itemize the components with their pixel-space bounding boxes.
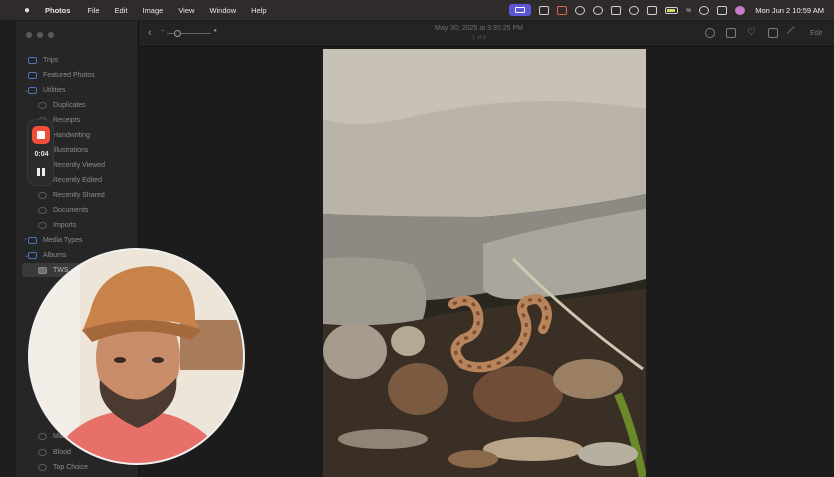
featured-photos-icon [28, 71, 37, 79]
sidebar-item-album-blood[interactable]: Blood [38, 445, 71, 459]
photo-date: May 30, 2025 at 3:35:25 PM [435, 25, 523, 32]
battery-icon[interactable] [665, 6, 679, 14]
stop-recording-button[interactable] [32, 126, 50, 144]
vpn-icon[interactable] [575, 5, 586, 15]
menu-edit[interactable]: Edit [115, 6, 128, 15]
toolbar-actions: ♡ Edit [704, 25, 822, 41]
menu-window[interactable]: Window [209, 6, 236, 15]
window-controls [26, 32, 54, 38]
menu-image[interactable]: Image [142, 6, 163, 15]
chevron-right-icon[interactable]: › [24, 237, 26, 243]
pause-icon[interactable] [36, 167, 46, 177]
siri-icon[interactable] [735, 5, 746, 15]
imports-icon [38, 221, 47, 229]
status-area: ≈ Mon Jun 2 10:59 AM [509, 0, 824, 20]
menu-view[interactable]: View [178, 6, 194, 15]
toolbar: ‹ – ● May 30, 2025 at 3:35:25 PM 1 of 8 … [139, 21, 834, 47]
rotate-icon[interactable] [767, 28, 778, 38]
sidebar-item-featured-photos[interactable]: Featured Photos [28, 68, 95, 82]
zoom-slider-knob[interactable] [174, 30, 181, 37]
duplicates-icon [38, 101, 47, 109]
extension-icon[interactable] [557, 5, 568, 15]
utilities-icon [28, 86, 37, 94]
chat-icon[interactable] [629, 5, 640, 15]
sidebar-item-utilities[interactable]: ⌄ Utilities [24, 83, 66, 97]
presenter-video [30, 250, 243, 463]
zoom-out-icon: – [161, 28, 165, 34]
sidebar-item-duplicates[interactable]: Duplicates [38, 98, 86, 112]
photo-count: 1 of 8 [472, 35, 486, 41]
menu-bar: ● Photos File Edit Image View Window Hel… [0, 0, 834, 20]
magic-wand-icon[interactable] [786, 25, 802, 41]
albums-icon [28, 251, 37, 259]
sidebar-item-documents[interactable]: Documents [38, 203, 88, 217]
minimize-window-button[interactable] [37, 32, 43, 38]
edit-button[interactable]: Edit [810, 30, 822, 37]
close-window-button[interactable] [26, 32, 32, 38]
sidebar-item-imports[interactable]: Imports [38, 218, 76, 232]
screen-recorder-controls: 0:04 [27, 119, 54, 186]
recently-shared-icon [38, 191, 47, 199]
sidebar-item-albums[interactable]: ⌄ Albums [24, 248, 66, 262]
album-thumbnail-icon [38, 463, 47, 471]
screen-record-icon[interactable] [509, 4, 532, 16]
scissors-icon[interactable] [647, 5, 658, 15]
chevron-down-icon[interactable]: ⌄ [24, 252, 29, 259]
control-center-icon[interactable] [717, 5, 728, 15]
zoom-window-button[interactable] [48, 32, 54, 38]
sidebar-item-album-top-choice[interactable]: Top Choice [38, 460, 88, 474]
share-icon[interactable] [725, 28, 736, 38]
back-chevron-icon[interactable]: ‹ [148, 27, 152, 39]
sidebar-item-trips[interactable]: Trips [28, 53, 58, 67]
wifi-icon[interactable]: ≈ [686, 5, 691, 15]
recording-timer: 0:04 [34, 151, 49, 158]
apple-menu-icon[interactable]: ● [24, 5, 36, 16]
album-thumbnail-icon [38, 448, 47, 456]
heart-icon[interactable]: ♡ [747, 28, 757, 38]
grammarly-icon[interactable] [593, 5, 604, 15]
album-thumbnail-icon [38, 432, 47, 440]
sidebar-item-media-types[interactable]: › Media Types [24, 233, 83, 247]
auto-enhance-icon[interactable] [704, 28, 715, 38]
sidebar-item-recently-shared[interactable]: Recently Shared [38, 188, 105, 202]
album-thumbnail-icon [38, 266, 47, 274]
menu-clock[interactable]: Mon Jun 2 10:59 AM [755, 6, 824, 15]
webcam-overlay[interactable] [28, 248, 245, 465]
menu-help[interactable]: Help [251, 6, 266, 15]
trips-icon [28, 56, 37, 64]
airplay-icon[interactable] [539, 5, 550, 15]
menu-file[interactable]: File [87, 6, 99, 15]
chevron-down-icon[interactable]: ⌄ [24, 87, 29, 94]
snake-photo [323, 49, 646, 477]
search-icon[interactable] [699, 5, 710, 15]
zoom-in-icon: ● [213, 28, 217, 34]
grid-icon[interactable] [611, 5, 622, 15]
media-types-icon [28, 236, 37, 244]
zoom-slider[interactable]: – ● [161, 28, 217, 37]
photo-viewer[interactable] [323, 49, 646, 477]
menu-app-photos[interactable]: Photos [45, 6, 70, 15]
documents-icon [38, 206, 47, 214]
screen: ● Photos File Edit Image View Window Hel… [0, 0, 834, 477]
